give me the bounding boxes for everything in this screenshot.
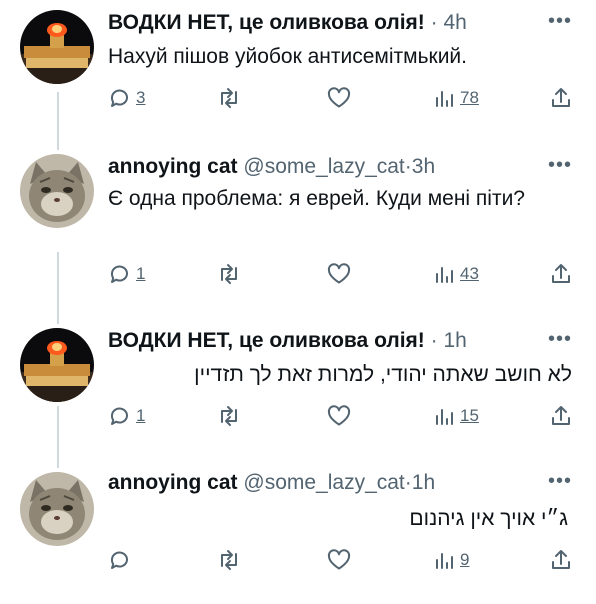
cat-avatar	[20, 472, 94, 546]
user-handle[interactable]: @some_lazy_cat	[243, 155, 404, 178]
avatar[interactable]	[20, 328, 94, 402]
like-button[interactable]	[326, 260, 352, 288]
retweet-arrows-icon	[221, 406, 237, 426]
share-arrow-icon	[552, 406, 570, 425]
tweet-text: Нахуй пішов уйобок антисемітмький.	[108, 45, 467, 68]
display-name[interactable]: ВОДКИ НЕТ, це оливкова олія!	[108, 329, 425, 352]
like-button[interactable]	[326, 546, 352, 574]
reply-button[interactable]: 1	[108, 402, 145, 430]
share-arrow-icon	[552, 88, 570, 107]
views-button[interactable]: 15	[434, 402, 479, 430]
tweet-header: ВОДКИ НЕТ, це оливкова олія! · 4h •••	[108, 8, 576, 38]
reply-button[interactable]: 3	[108, 84, 145, 112]
tweet[interactable]: annoying cat @some_lazy_cat·3h ••• Є одн…	[0, 150, 596, 310]
views-button[interactable]: 43	[434, 260, 479, 288]
action-bar: 1 15	[108, 402, 578, 430]
view-count: 43	[460, 264, 479, 283]
avatar[interactable]	[20, 472, 94, 546]
heart-icon	[327, 263, 351, 284]
retweet-button[interactable]	[216, 402, 242, 430]
views-button[interactable]: 9	[434, 546, 469, 574]
view-count: 78	[460, 88, 479, 107]
views-button[interactable]: 78	[434, 84, 479, 112]
avatar[interactable]	[20, 10, 94, 84]
separator-dot: ·	[430, 329, 438, 352]
views-bars-icon	[436, 91, 453, 107]
view-count: 15	[460, 406, 479, 425]
timestamp[interactable]: 1h	[412, 471, 435, 494]
kremlin-night-avatar	[20, 328, 94, 402]
views-bars-icon	[436, 553, 453, 569]
share-button[interactable]	[550, 402, 572, 430]
reply-button[interactable]: 1	[108, 260, 145, 288]
reply-bubble-icon	[110, 265, 128, 283]
retweet-arrows-icon	[221, 264, 237, 284]
reply-count: 1	[136, 406, 146, 425]
like-button[interactable]	[326, 84, 352, 112]
like-button[interactable]	[326, 402, 352, 430]
action-bar: 1 43	[108, 260, 578, 288]
heart-icon	[327, 87, 351, 108]
view-count: 9	[460, 550, 470, 569]
reply-bubble-icon	[110, 407, 128, 425]
share-button[interactable]	[550, 260, 572, 288]
timestamp[interactable]: 3h	[412, 155, 435, 178]
retweet-arrows-icon	[221, 550, 237, 570]
display-name[interactable]: annoying cat	[108, 155, 238, 178]
retweet-button[interactable]	[216, 546, 242, 574]
heart-icon	[327, 405, 351, 426]
kremlin-night-avatar	[20, 10, 94, 84]
avatar[interactable]	[20, 154, 94, 228]
share-button[interactable]	[550, 84, 572, 112]
share-arrow-icon	[552, 550, 570, 569]
tweet[interactable]: ВОДКИ НЕТ, це оливкова олія! · 4h ••• На…	[0, 0, 596, 140]
tweet-text: לא חושב שאתה יהודי, למרות זאת לך תזדיין	[194, 363, 572, 386]
reply-count: 3	[136, 88, 146, 107]
retweet-button[interactable]	[216, 260, 242, 288]
tweet-text: ג״י אויך אין גיהנום	[409, 507, 568, 530]
tweet[interactable]: annoying cat @some_lazy_cat·1h ••• ג״י א…	[0, 466, 596, 604]
share-arrow-icon	[552, 264, 570, 283]
reply-button[interactable]	[108, 546, 132, 574]
display-name[interactable]: annoying cat	[108, 471, 238, 494]
tweet-header: annoying cat @some_lazy_cat·1h •••	[108, 468, 576, 498]
cat-avatar	[20, 154, 94, 228]
display-name[interactable]: ВОДКИ НЕТ, це оливкова олія!	[108, 11, 425, 34]
user-handle[interactable]: @some_lazy_cat	[243, 471, 404, 494]
reply-bubble-icon	[110, 89, 128, 107]
separator-dot: ·	[404, 471, 412, 494]
retweet-button[interactable]	[216, 84, 242, 112]
timestamp[interactable]: 1h	[443, 329, 466, 352]
action-bar: 3 78	[108, 84, 578, 112]
tweet-header: ВОДКИ НЕТ, це оливкова олія! · 1h •••	[108, 326, 576, 356]
action-bar: 9	[108, 546, 578, 574]
more-dots-icon[interactable]: •••	[548, 8, 572, 34]
more-dots-icon[interactable]: •••	[548, 468, 572, 494]
views-bars-icon	[436, 267, 453, 283]
reply-count: 1	[136, 264, 146, 283]
tweet-text: Є одна проблема: я еврей. Куди мені піти…	[108, 187, 525, 210]
reply-bubble-icon	[110, 551, 128, 569]
retweet-arrows-icon	[221, 88, 237, 108]
more-dots-icon[interactable]: •••	[548, 152, 572, 178]
tweet[interactable]: ВОДКИ НЕТ, це оливкова олія! · 1h ••• לא…	[0, 322, 596, 452]
tweet-header: annoying cat @some_lazy_cat·3h •••	[108, 152, 576, 182]
heart-icon	[327, 549, 351, 570]
views-bars-icon	[436, 409, 453, 425]
more-dots-icon[interactable]: •••	[548, 326, 572, 352]
timestamp[interactable]: 4h	[443, 11, 466, 34]
separator-dot: ·	[430, 11, 438, 34]
separator-dot: ·	[404, 155, 412, 178]
share-button[interactable]	[550, 546, 572, 574]
